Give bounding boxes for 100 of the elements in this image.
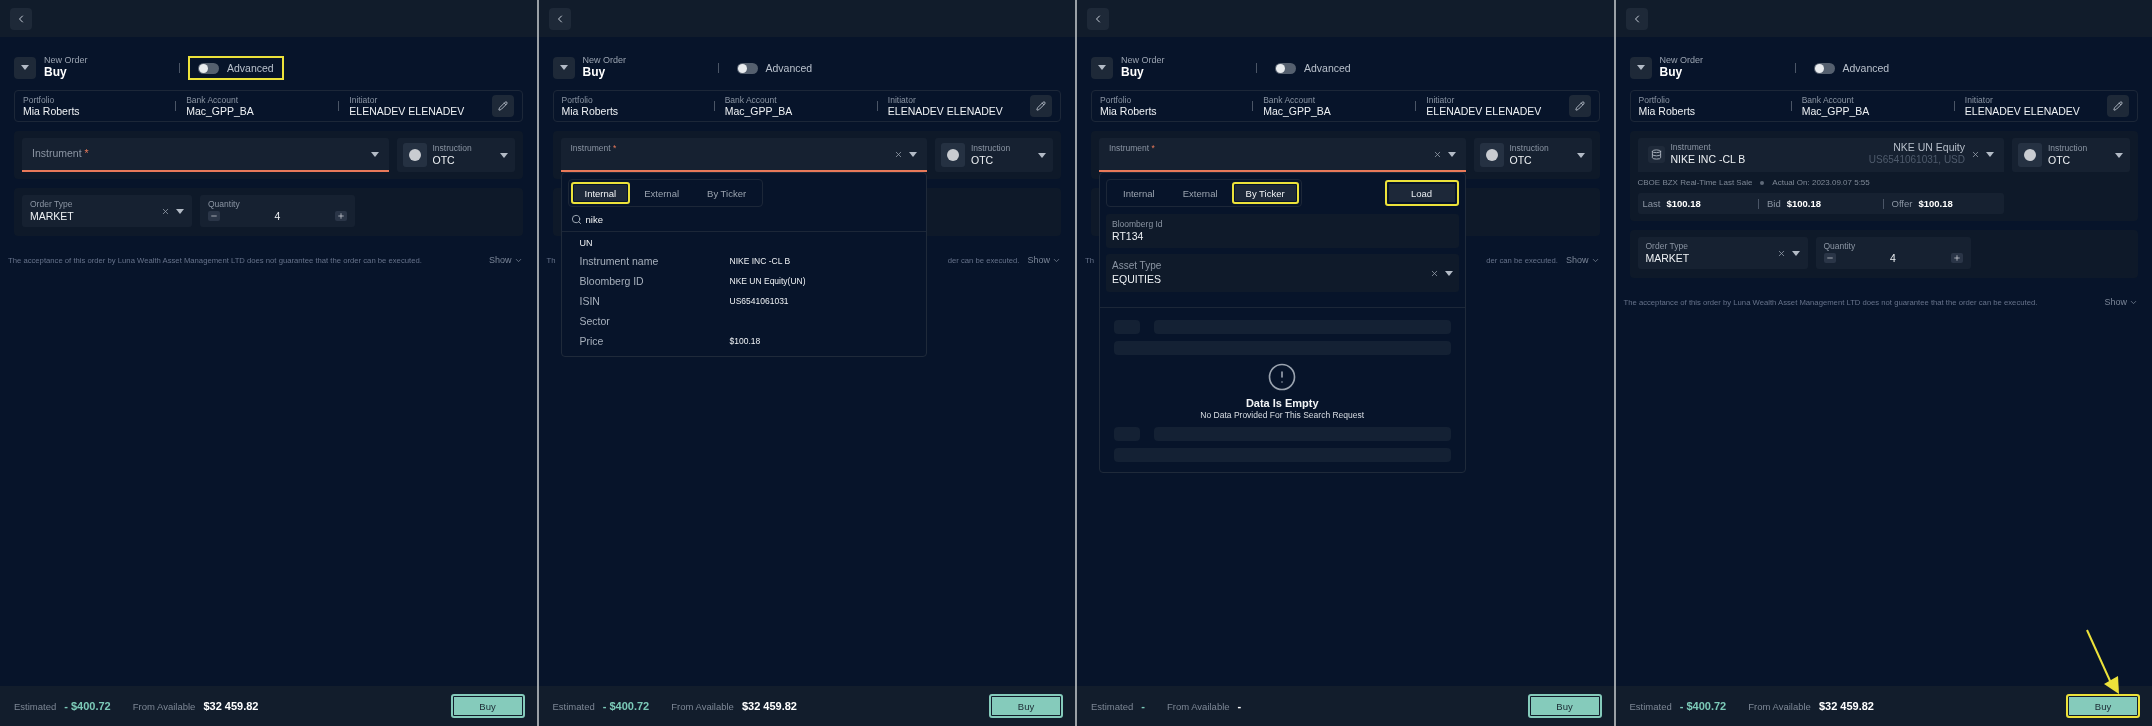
instruction-field[interactable]: Instruction OTC — [396, 138, 515, 172]
quote-time: Actual On: 2023.09.07 5:55 — [1772, 178, 1870, 187]
order-side: Buy — [44, 66, 68, 80]
plus-icon — [337, 212, 345, 221]
clear-icon[interactable] — [894, 149, 903, 159]
advanced-toggle[interactable]: Advanced — [188, 56, 284, 80]
field-value: Mia Roberts — [1100, 104, 1158, 118]
buy-button[interactable]: Buy — [2066, 694, 2140, 718]
ticker-field[interactable]: Asset Type EQUITIES — [1106, 254, 1459, 292]
order-type-field[interactable]: Order Type MARKET — [1637, 237, 1808, 269]
tab[interactable]: Internal — [570, 182, 631, 204]
show-button[interactable]: Show — [1566, 255, 1600, 265]
empty-message: No Data Provided For This Search Request — [1200, 410, 1365, 420]
toggle-switch[interactable] — [736, 62, 758, 74]
toggle-switch[interactable] — [1275, 62, 1296, 74]
advanced-toggle[interactable]: Advanced — [726, 56, 823, 80]
available-value: - — [1237, 700, 1242, 712]
decrease-button[interactable] — [208, 211, 220, 222]
side-menu-button[interactable] — [1091, 57, 1113, 79]
field-label: Quantity — [208, 199, 241, 210]
decrease-button[interactable] — [1823, 253, 1836, 264]
clear-icon[interactable] — [161, 206, 170, 216]
result-value: US6541061031 — [729, 295, 790, 306]
advanced-toggle[interactable]: Advanced — [1265, 56, 1361, 80]
field-label: Instrument — [1670, 142, 1712, 153]
advanced-toggle[interactable]: Advanced — [1803, 56, 1900, 80]
clear-icon[interactable] — [1971, 149, 1980, 159]
available-label: From Available — [1166, 700, 1230, 712]
caret-icon — [499, 152, 508, 158]
estimated-label: Estimated — [14, 700, 57, 712]
search-field[interactable]: nike — [585, 214, 706, 225]
estimated-value: - $400.72 — [64, 700, 111, 712]
show-button[interactable]: Show — [1027, 255, 1061, 265]
instruction-field[interactable]: Instruction OTC — [1473, 138, 1592, 172]
side-menu-button[interactable] — [552, 57, 575, 79]
instruction-field[interactable]: Instruction OTC — [2012, 138, 2130, 172]
buy-button[interactable]: Buy — [450, 694, 525, 718]
circle-icon — [408, 149, 421, 161]
load-button[interactable]: Load — [1384, 180, 1459, 206]
quote-source: CBOE BZX Real-Time Last Sale — [1637, 178, 1753, 187]
show-button[interactable]: Show — [2104, 297, 2138, 307]
back-button[interactable] — [1087, 7, 1109, 30]
quantity-field[interactable]: Quantity 4 — [1815, 237, 1971, 269]
order-side: Buy — [582, 66, 607, 80]
edit-button[interactable] — [491, 95, 514, 117]
toggle-switch[interactable] — [1813, 62, 1835, 74]
field-value: Mia Roberts — [23, 104, 81, 118]
edit-button[interactable] — [2107, 95, 2129, 117]
back-button[interactable] — [1625, 7, 1648, 30]
increase-button[interactable] — [335, 211, 347, 222]
result-label: Bloomberg ID — [579, 274, 645, 287]
quantity-field[interactable]: Quantity 4 — [200, 195, 355, 227]
field-value: OTC — [432, 153, 456, 167]
estimated-label: Estimated — [1091, 700, 1134, 712]
tab[interactable]: By Ticker — [693, 182, 761, 204]
edit-button[interactable] — [1568, 95, 1591, 117]
buy-button[interactable]: Buy — [989, 694, 1063, 718]
result-value: $100.18 — [729, 335, 762, 346]
result-value: NIKE INC -CL B — [729, 255, 792, 266]
field-label: Initiator — [1426, 94, 1456, 105]
instrument-field[interactable]: Instrument * — [22, 138, 389, 172]
order-side: Buy — [1659, 66, 1684, 80]
tab[interactable]: By Ticker — [1231, 182, 1299, 204]
quote-label: Bid — [1767, 198, 1781, 209]
show-button[interactable]: Show — [489, 255, 523, 265]
tab[interactable]: Internal — [1109, 182, 1169, 204]
field-value: Mia Roberts — [1638, 104, 1697, 118]
edit-button[interactable] — [1030, 95, 1052, 117]
estimated-label: Estimated — [1629, 700, 1672, 712]
clear-icon[interactable] — [1429, 268, 1439, 278]
back-button[interactable] — [548, 7, 571, 30]
field-label: Instrument * — [570, 143, 618, 154]
quote-value: $100.18 — [1786, 198, 1822, 209]
order-type-field[interactable]: Order Type MARKET — [22, 195, 192, 227]
field-label: Instruction — [432, 143, 473, 154]
tab[interactable]: External — [1168, 182, 1232, 204]
order-side: Buy — [1121, 66, 1145, 80]
caret-icon — [2115, 152, 2123, 158]
back-button[interactable] — [10, 7, 32, 30]
buy-button[interactable]: Buy — [1527, 694, 1602, 718]
field-label: Portfolio — [561, 94, 594, 105]
toggle-switch[interactable] — [198, 62, 219, 74]
field-label: Bank Account — [1801, 94, 1855, 105]
field-value: MARKET — [30, 209, 75, 223]
tab[interactable]: External — [630, 182, 694, 204]
caret-icon — [1636, 65, 1645, 71]
field-value: Mac_GPP_BA — [186, 104, 255, 118]
side-menu-button[interactable] — [14, 57, 36, 79]
instruction-field[interactable]: Instruction OTC — [935, 138, 1053, 172]
available-label: From Available — [671, 700, 734, 712]
caret-icon — [1038, 152, 1046, 158]
pencil-icon — [1036, 101, 1046, 111]
clear-icon[interactable] — [1776, 248, 1786, 258]
circle-icon — [1485, 149, 1498, 161]
ticker-field[interactable]: Bloomberg Id RT134 — [1106, 214, 1459, 248]
available-label: From Available — [132, 700, 196, 712]
caret-icon — [559, 65, 568, 71]
clear-icon[interactable] — [1432, 149, 1442, 159]
side-menu-button[interactable] — [1629, 57, 1652, 79]
increase-button[interactable] — [1950, 253, 1963, 264]
